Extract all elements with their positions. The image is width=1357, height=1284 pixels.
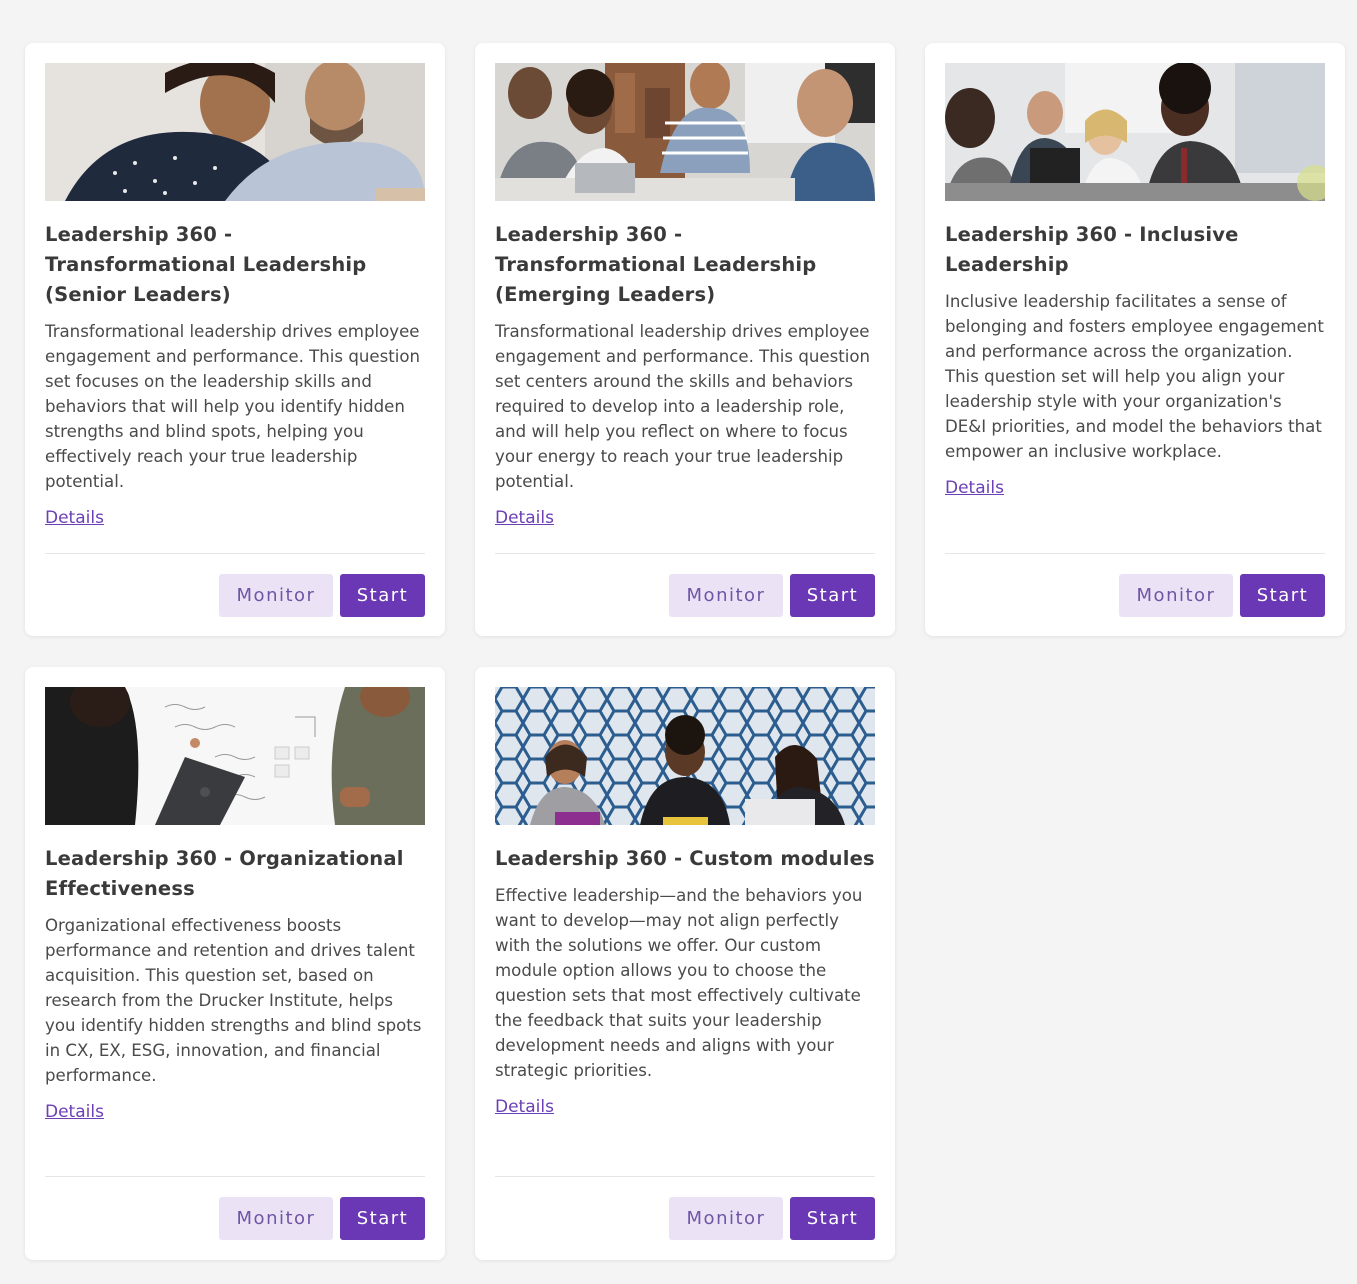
card-actions: Monitor Start [1119,574,1325,617]
monitor-button[interactable]: Monitor [219,1197,333,1240]
monitor-button[interactable]: Monitor [669,1197,783,1240]
card-photo [45,63,425,201]
photo-three-women [495,687,875,825]
photo-whiteboard [45,687,425,825]
card-title: Leadership 360 - Inclusive Leadership [945,223,1239,276]
start-button[interactable]: Start [340,574,425,617]
monitor-button[interactable]: Monitor [219,574,333,617]
card-description: Inclusive leadership facilitates a sense… [945,292,1324,461]
photo-team-meeting [495,63,875,201]
card-actions: Monitor Start [669,1197,875,1240]
start-button[interactable]: Start [790,1197,875,1240]
start-button[interactable]: Start [790,574,875,617]
card-custom-modules: Leadership 360 - Custom modules Effectiv… [475,667,895,1260]
start-button[interactable]: Start [1240,574,1325,617]
divider [495,1176,875,1177]
card-title: Leadership 360 - Custom modules [495,847,875,870]
card-description: Transformational leadership drives emplo… [45,322,421,491]
card-actions: Monitor Start [219,1197,425,1240]
card-photo [45,687,425,825]
photo-people-laughing [45,63,425,201]
card-description: Transformational leadership drives emplo… [495,322,871,491]
card-emerging-leaders: Leadership 360 - Transformational Leader… [475,43,895,636]
card-title: Leadership 360 - Organizational Effectiv… [45,847,404,900]
card-actions: Monitor Start [219,574,425,617]
details-link[interactable]: Details [45,508,104,528]
card-photo [495,63,875,201]
card-description: Effective leadership—and the behaviors y… [495,886,863,1080]
details-link[interactable]: Details [495,1097,554,1117]
card-title: Leadership 360 - Transformational Leader… [495,223,817,306]
card-description: Organizational effectiveness boosts perf… [45,916,422,1085]
divider [45,1176,425,1177]
start-button[interactable]: Start [340,1197,425,1240]
monitor-button[interactable]: Monitor [1119,574,1233,617]
monitor-button[interactable]: Monitor [669,574,783,617]
divider [45,553,425,554]
divider [945,553,1325,554]
details-link[interactable]: Details [945,478,1004,498]
card-inclusive-leadership: Leadership 360 - Inclusive Leadership In… [925,43,1345,636]
divider [495,553,875,554]
card-senior-leaders: Leadership 360 - Transformational Leader… [25,43,445,636]
card-actions: Monitor Start [669,574,875,617]
card-organizational-effectiveness: Leadership 360 - Organizational Effectiv… [25,667,445,1260]
details-link[interactable]: Details [495,508,554,528]
card-photo [945,63,1325,201]
details-link[interactable]: Details [45,1102,104,1122]
photo-office-team [945,63,1325,201]
card-title: Leadership 360 - Transformational Leader… [45,223,367,306]
card-photo [495,687,875,825]
